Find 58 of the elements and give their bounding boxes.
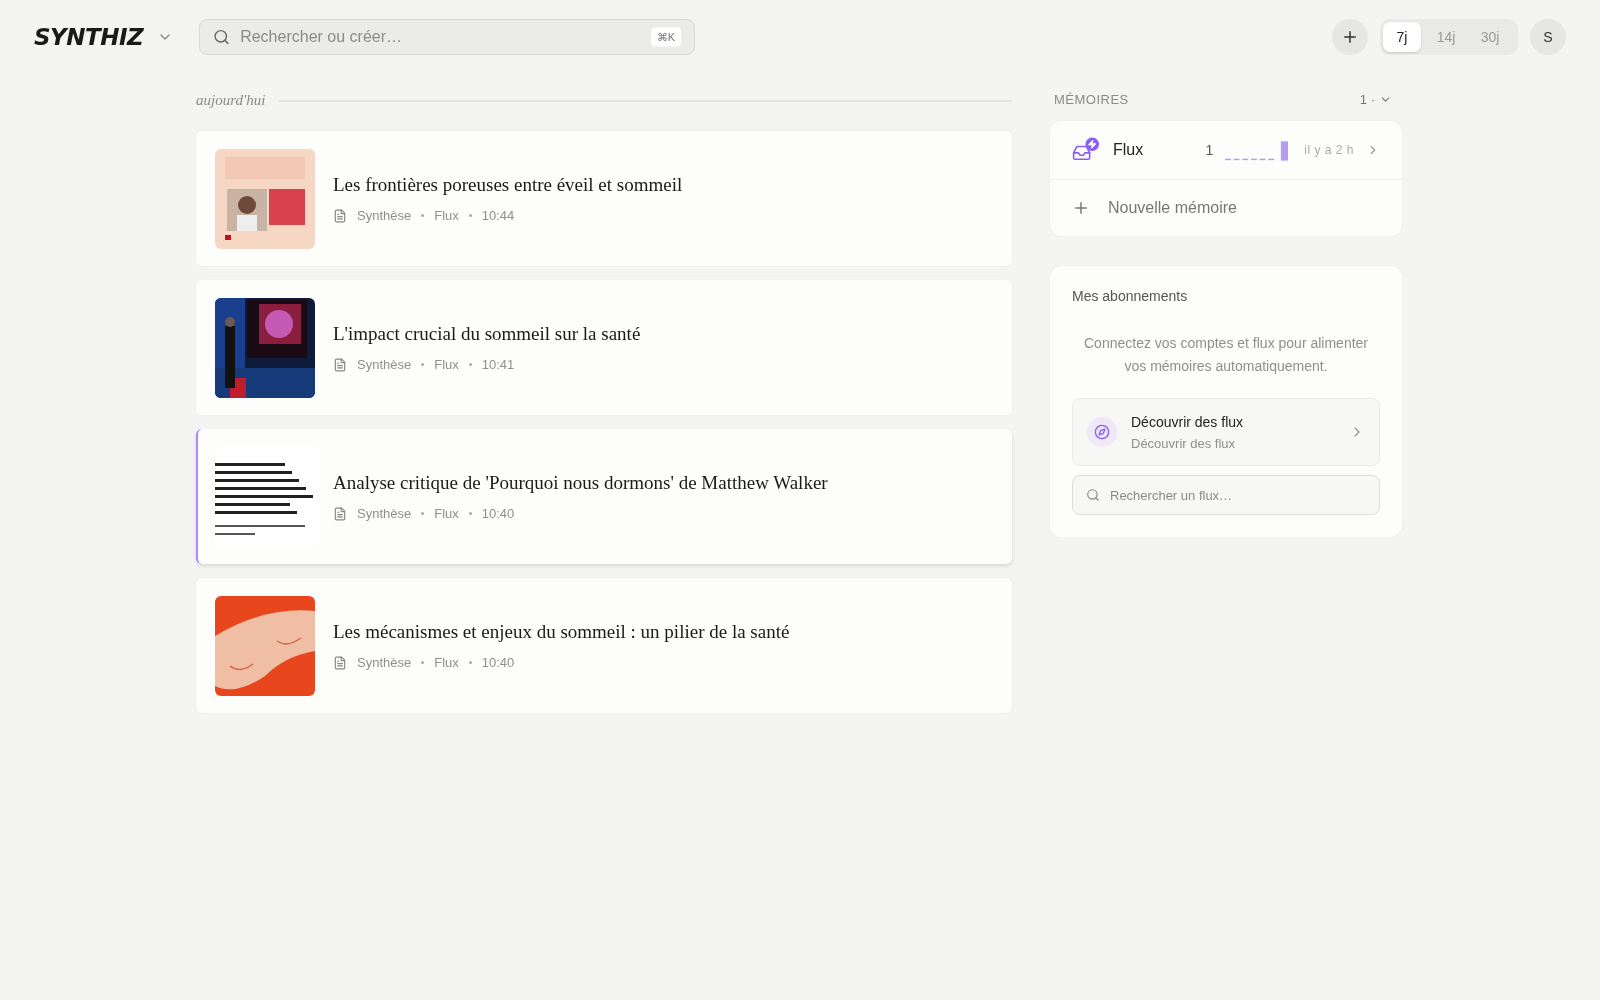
item-type: Synthèse (357, 506, 412, 521)
memory-row[interactable]: Flux 1 il y a 2 h (1050, 121, 1402, 180)
plus-icon (1341, 28, 1359, 46)
card-title: L'impact crucial du sommeil sur la santé (333, 323, 641, 345)
memory-time: il y a 2 h (1304, 143, 1354, 157)
separator-dot (421, 512, 425, 515)
item-source: Flux (434, 357, 459, 372)
item-source: Flux (434, 655, 459, 670)
add-button[interactable] (1332, 19, 1368, 55)
search-icon (213, 28, 231, 46)
separator-dot (421, 214, 425, 217)
discover-title: Découvrir des flux (1131, 413, 1245, 430)
card-title: Les frontières poreuses entre éveil et sommeil (333, 174, 683, 196)
group-label: aujourd'hui (196, 92, 266, 109)
feed-search-field[interactable]: Rechercher un flux… (1072, 475, 1380, 515)
item-time: 10:41 (481, 357, 515, 372)
avatar[interactable]: S (1530, 19, 1566, 55)
item-type: Synthèse (357, 357, 412, 372)
range-tab[interactable]: 7j (1383, 22, 1421, 52)
feed-card[interactable]: Les mécanismes et enjeux du sommeil : un pilier de la santé Synthèse Flux 10:40 (196, 578, 1012, 713)
section-title: MÉMOIRES (1054, 92, 1129, 107)
feed-card[interactable]: Les frontières poreuses entre éveil et sommeil Synthèse Flux 10:44 (196, 131, 1012, 266)
separator-dot (468, 661, 472, 664)
memory-name: Flux (1112, 141, 1145, 159)
discover-feeds-button[interactable]: Découvrir des flux Découvrir des flux (1072, 398, 1380, 466)
item-time: 10:40 (481, 506, 515, 521)
inbox-bolt-icon (1072, 137, 1099, 163)
item-time: 10:44 (481, 208, 515, 223)
separator-dot (421, 661, 425, 664)
shortcut-hint: ⌘K (650, 27, 682, 47)
card-title: Analyse critique de 'Pourquoi nous dormons' de Matthew Walker (333, 472, 828, 494)
plus-icon (1072, 199, 1090, 217)
feed-card[interactable]: L'impact crucial du sommeil sur la santé Synthèse Flux 10:41 (196, 280, 1012, 415)
card-title: Les mécanismes et enjeux du sommeil : un pilier de la santé (333, 621, 790, 643)
item-time: 10:40 (481, 655, 515, 670)
panel-description: Connectez vos comptes et flux pour alimenter vos mémoires automatiquement. (1083, 334, 1369, 376)
item-type: Synthèse (357, 208, 412, 223)
document-icon (333, 208, 347, 223)
memory-count: 1 (1205, 142, 1215, 158)
item-type: Synthèse (357, 655, 412, 670)
item-source: Flux (434, 506, 459, 521)
compass-icon (1087, 417, 1117, 447)
memory-count-menu[interactable]: 1 · (1359, 92, 1392, 107)
document-icon (333, 506, 347, 521)
separator-dot (468, 363, 472, 366)
separator-dot (468, 214, 472, 217)
document-icon (333, 655, 347, 670)
sparkline (1224, 139, 1289, 161)
logo[interactable]: SYNTHIZ (34, 24, 144, 50)
document-icon (333, 357, 347, 372)
panel-title: Mes abonnements (1072, 288, 1189, 304)
search-icon (1086, 488, 1100, 502)
item-source: Flux (434, 208, 459, 223)
discover-subtitle: Découvrir des flux (1131, 435, 1237, 451)
new-memory-button[interactable]: Nouvelle mémoire (1050, 180, 1402, 236)
feed-card[interactable]: Analyse critique de 'Pourquoi nous dormons' de Matthew Walker Synthèse Flux 10:40 (196, 429, 1012, 564)
separator-dot (468, 512, 472, 515)
separator-dot (421, 363, 425, 366)
